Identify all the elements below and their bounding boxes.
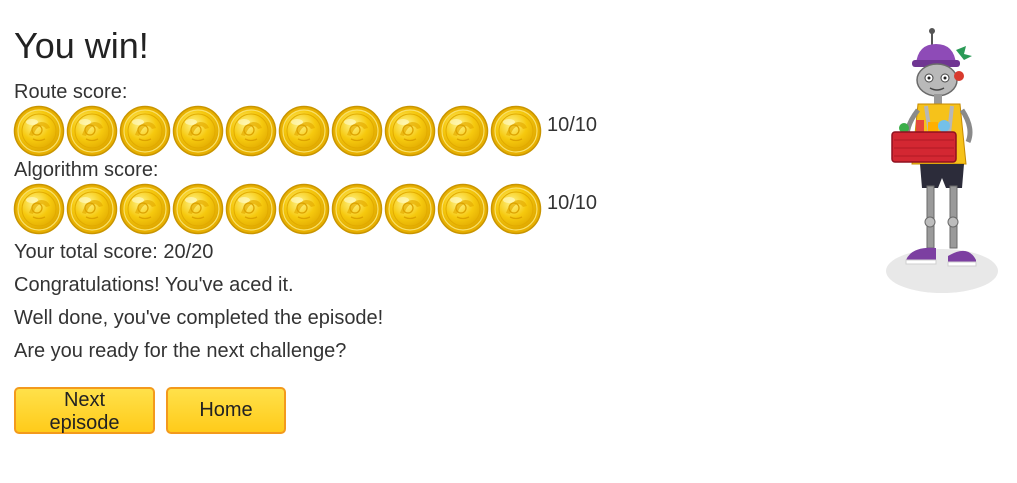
home-button[interactable]: Home [166,387,286,434]
message-next-challenge: Are you ready for the next challenge? [14,340,347,362]
gold-coin-icon [437,183,489,235]
action-buttons: Next episode Home [14,387,774,434]
algorithm-coin-list [13,183,543,235]
next-episode-button[interactable]: Next episode [14,387,155,434]
message-completed: Well done, you've completed the episode! [14,307,384,329]
algorithm-score-label: Algorithm score: [14,159,159,181]
win-panel: You win! Route score: 10/10 Algorithm sc… [14,24,774,434]
robot-mascot-image [886,28,998,293]
gold-coin-icon [172,105,224,157]
gold-coin-icon [66,183,118,235]
gold-coin-icon [278,105,330,157]
route-score-value: 10/10 [547,114,598,136]
gold-coin-icon [66,105,118,157]
gold-coin-icon [384,183,436,235]
gold-coin-icon [13,105,65,157]
gold-coin-icon [490,105,542,157]
gold-coin-icon [225,105,277,157]
gold-coin-icon [225,183,277,235]
gold-coin-icon [437,105,489,157]
gold-coin-icon [331,183,383,235]
message-congrats: Congratulations! You've aced it. [14,274,294,296]
gold-coin-icon [331,105,383,157]
route-score-label: Route score: [14,81,128,103]
gold-coin-icon [119,105,171,157]
gold-coin-icon [278,183,330,235]
gold-coin-icon [119,183,171,235]
total-score: Your total score: 20/20 [14,241,214,263]
algorithm-score-value: 10/10 [547,192,598,214]
algorithm-score-coins: 10/10 [13,182,774,236]
route-coin-list [13,105,543,157]
page-title: You win! [14,25,149,66]
gold-coin-icon [490,183,542,235]
gold-coin-icon [172,183,224,235]
route-score-coins: 10/10 [13,104,774,158]
gold-coin-icon [13,183,65,235]
gold-coin-icon [384,105,436,157]
